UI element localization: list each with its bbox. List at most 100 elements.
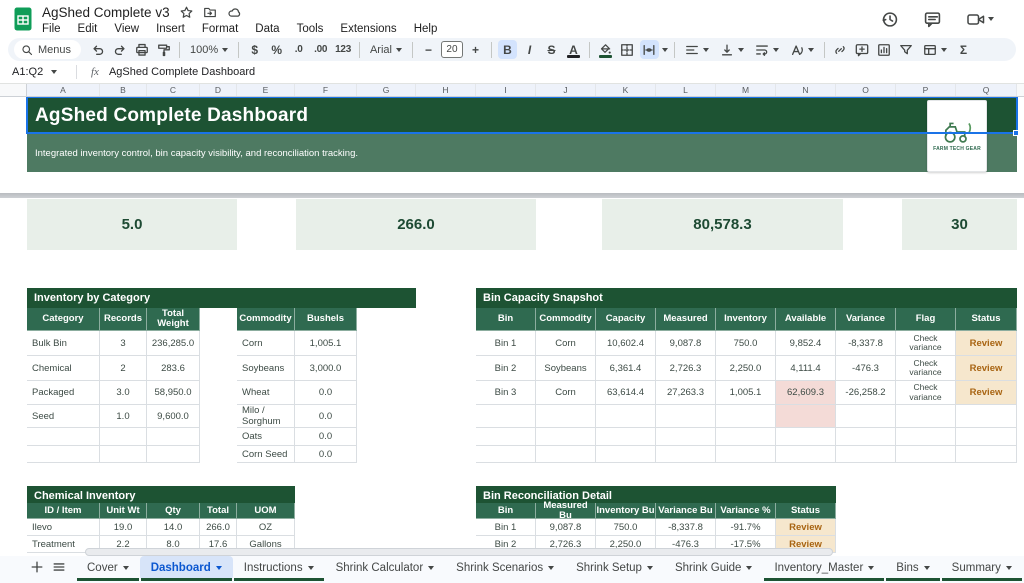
cell[interactable]: 1,005.1: [295, 331, 357, 356]
borders-button[interactable]: [618, 40, 637, 59]
cell[interactable]: 4,111.4: [776, 356, 836, 381]
version-history-icon[interactable]: [881, 11, 898, 28]
filter-button[interactable]: [897, 40, 916, 59]
cell[interactable]: -476.3: [836, 356, 896, 381]
column-header-d[interactable]: D: [200, 84, 237, 96]
header-cell-chemical-inventory[interactable]: Unit Wt: [100, 503, 147, 519]
name-box[interactable]: A1:Q2: [0, 66, 76, 78]
menu-tools[interactable]: Tools: [297, 23, 324, 35]
sheet-tab-shrink-scenarios[interactable]: Shrink Scenarios: [445, 556, 565, 580]
cell[interactable]: Corn Seed: [237, 446, 295, 463]
header-cell-bin-capacity[interactable]: Measured: [656, 308, 716, 331]
increase-decimals-button[interactable]: .00: [311, 40, 330, 59]
selection-fill-handle[interactable]: [1013, 130, 1019, 136]
cell[interactable]: 9,600.0: [147, 405, 200, 428]
header-cell-bin-reconciliation[interactable]: Variance %: [716, 503, 776, 519]
sheet-tab-menu-caret[interactable]: [216, 566, 222, 570]
column-header-i[interactable]: I: [476, 84, 536, 96]
cell[interactable]: [596, 428, 656, 446]
header-cell-bin-capacity[interactable]: Capacity: [596, 308, 656, 331]
cell[interactable]: Check variance: [896, 356, 956, 381]
cell[interactable]: [536, 405, 596, 428]
cell[interactable]: -8,337.8: [836, 331, 896, 356]
cell[interactable]: Bin 1: [476, 331, 536, 356]
number-format-button[interactable]: 123: [333, 40, 353, 59]
cell[interactable]: -26,258.2: [836, 381, 896, 405]
cell[interactable]: Bulk Bin: [27, 331, 100, 356]
fill-color-button[interactable]: [596, 40, 615, 59]
cell[interactable]: 0.0: [295, 405, 357, 428]
decrease-decimals-button[interactable]: .0: [289, 40, 308, 59]
cell[interactable]: Packaged: [27, 381, 100, 405]
cell[interactable]: [147, 446, 200, 463]
comments-icon[interactable]: [924, 11, 941, 28]
column-header-m[interactable]: M: [716, 84, 776, 96]
cell[interactable]: 3.0: [100, 381, 147, 405]
cell[interactable]: 9,087.8: [656, 331, 716, 356]
kpi-card-2[interactable]: 266.0: [296, 199, 536, 250]
cell[interactable]: [476, 405, 536, 428]
cell[interactable]: 1,005.1: [716, 381, 776, 405]
cell[interactable]: [716, 405, 776, 428]
font-size-input[interactable]: 20: [441, 41, 463, 58]
increase-font-size-button[interactable]: +: [466, 40, 485, 59]
cell[interactable]: 750.0: [716, 331, 776, 356]
cell[interactable]: Review: [776, 519, 836, 536]
cell[interactable]: [596, 446, 656, 463]
cell[interactable]: 9,852.4: [776, 331, 836, 356]
all-sheets-icon[interactable]: [52, 560, 66, 574]
insert-comment-button[interactable]: [853, 40, 872, 59]
column-header-k[interactable]: K: [596, 84, 656, 96]
header-cell-bin-capacity[interactable]: Inventory: [716, 308, 776, 331]
cell[interactable]: 2,250.0: [716, 356, 776, 381]
menus-search-button[interactable]: Menus: [14, 40, 81, 59]
cell[interactable]: Corn: [536, 331, 596, 356]
header-cell-bin-capacity[interactable]: Flag: [896, 308, 956, 331]
menu-edit[interactable]: Edit: [78, 23, 98, 35]
cell[interactable]: Wheat: [237, 381, 295, 405]
cell[interactable]: [896, 446, 956, 463]
cell[interactable]: 0.0: [295, 428, 357, 446]
cell[interactable]: 10,602.4: [596, 331, 656, 356]
table-views-button[interactable]: [919, 43, 951, 57]
sheet-tab-menu-caret[interactable]: [428, 566, 434, 570]
cell[interactable]: [716, 428, 776, 446]
column-header-q[interactable]: Q: [956, 84, 1017, 96]
horizontal-align-button[interactable]: [681, 43, 713, 57]
bold-button[interactable]: B: [498, 40, 517, 59]
cell[interactable]: [656, 405, 716, 428]
menu-help[interactable]: Help: [414, 23, 438, 35]
cell[interactable]: Check variance: [896, 331, 956, 356]
cell[interactable]: [536, 446, 596, 463]
redo-button[interactable]: [110, 40, 129, 59]
cell[interactable]: [27, 446, 100, 463]
meet-dropdown-caret[interactable]: [988, 17, 994, 21]
cell[interactable]: 58,950.0: [147, 381, 200, 405]
sheet-tab-menu-caret[interactable]: [548, 566, 554, 570]
header-cell-chemical-inventory[interactable]: ID / Item: [27, 503, 100, 519]
column-header-a[interactable]: A: [27, 84, 100, 96]
cell[interactable]: [100, 446, 147, 463]
sheet-tab-inventory-master[interactable]: Inventory_Master: [763, 556, 885, 580]
header-cell-bin-reconciliation[interactable]: Inventory Bu: [596, 503, 656, 519]
paint-format-button[interactable]: [154, 40, 173, 59]
cell[interactable]: Corn: [536, 381, 596, 405]
menu-data[interactable]: Data: [255, 23, 279, 35]
insert-chart-button[interactable]: [875, 40, 894, 59]
select-all-corner[interactable]: [0, 84, 27, 97]
cell[interactable]: [956, 446, 1017, 463]
cell[interactable]: [956, 405, 1017, 428]
star-icon[interactable]: [180, 6, 193, 19]
cell[interactable]: [596, 405, 656, 428]
merge-dropdown-caret[interactable]: [662, 48, 668, 52]
sheet-tab-bins[interactable]: Bins: [885, 556, 940, 580]
sheet-tab-cover[interactable]: Cover: [76, 556, 140, 580]
column-header-n[interactable]: N: [776, 84, 836, 96]
cell[interactable]: [27, 428, 100, 446]
column-header-b[interactable]: B: [100, 84, 147, 96]
cell[interactable]: Corn: [237, 331, 295, 356]
cell[interactable]: [776, 405, 836, 428]
cell[interactable]: [836, 405, 896, 428]
sheet-tab-shrink-guide[interactable]: Shrink Guide: [664, 556, 763, 580]
text-color-button[interactable]: A: [564, 40, 583, 59]
